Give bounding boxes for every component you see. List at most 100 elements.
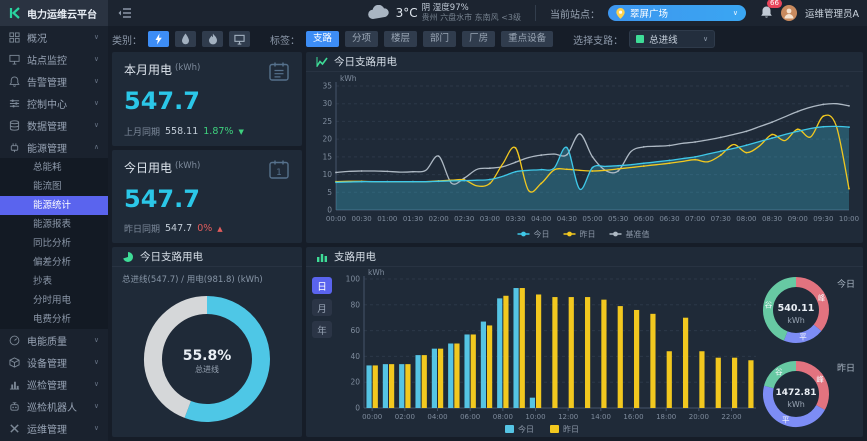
submenu-item-energy-statistics[interactable]: 能源统计 (0, 196, 108, 215)
sidebar-item-label: 数据管理 (27, 118, 67, 133)
filter-bar: 类别： 标签： 支路 分项 楼层 部门 厂房 重点设备 选择支路： (112, 29, 863, 49)
arrow-down-icon: ▼ (238, 128, 243, 136)
chevron-down-icon: ∨ (94, 99, 99, 107)
today-usage-value: 547.7 (124, 185, 290, 213)
panel-title: 今日支路用电 (334, 54, 397, 69)
tag-department[interactable]: 部门 (423, 31, 456, 47)
submenu-item-energy-flow[interactable]: 能流图 (0, 177, 108, 196)
submenu-item-energy-report[interactable]: 能源报表 (0, 215, 108, 234)
mode-month-button[interactable]: 月 (312, 299, 332, 316)
chevron-down-icon: ∨ (94, 55, 99, 63)
dashboard-screen: 电力运维云平台 3°C 阴 湿度97% 贵州 六盘水市 东南风 <3级 当前站点… (0, 0, 867, 441)
lightning-icon (154, 33, 163, 45)
sidebar-item-label: 能源管理 (27, 140, 67, 155)
notifications-button[interactable]: 66 (760, 4, 773, 23)
sidebar-item-alarm[interactable]: 告警管理 ∨ (0, 70, 108, 92)
sidebar-item-control-center[interactable]: 控制中心 ∨ (0, 92, 108, 114)
today-branch-donut-panel: 今日支路用电 总进线(547.7) / 用电(981.8) (kWh) 55.8… (112, 247, 302, 437)
svg-text:1: 1 (276, 168, 282, 178)
svg-text:06:00: 06:00 (634, 215, 654, 223)
sidebar-item-label: 巡检机器人 (27, 399, 77, 414)
sidebar-item-device-management[interactable]: 设备管理∨ (0, 351, 108, 373)
energy-submenu: 总能耗 能流图 能源统计 能源报表 同比分析 偏差分析 抄表 分时用电 电费分析 (0, 158, 108, 329)
submenu-item-deviation-analysis[interactable]: 偏差分析 (0, 253, 108, 272)
svg-text:06:00: 06:00 (460, 413, 480, 421)
svg-text:04:30: 04:30 (557, 215, 577, 223)
sidebar-item-energy-management[interactable]: 能源管理∧ (0, 136, 108, 158)
svg-text:15: 15 (322, 152, 332, 161)
svg-text:00:00: 00:00 (326, 215, 346, 223)
mode-day-button[interactable]: 日 (312, 277, 332, 294)
chevron-down-icon: ∨ (94, 77, 99, 85)
svg-text:08:00: 08:00 (493, 413, 513, 421)
robot-icon (9, 401, 20, 412)
mode-year-button[interactable]: 年 (312, 321, 332, 338)
today-branch-line-chart: 05101520253035kWh00:0000:3001:0001:3002:… (306, 72, 859, 242)
today-usage-card: 今日用电 (kWh) 1 547.7 昨日同期 547.7 0% ▲ (112, 150, 302, 243)
sidebar-item-power-quality[interactable]: 电能质量∨ (0, 329, 108, 351)
submenu-item-yoy-analysis[interactable]: 同比分析 (0, 234, 108, 253)
svg-text:平: 平 (782, 416, 790, 425)
control-icon (9, 98, 20, 109)
sidebar-item-label: 告警管理 (27, 74, 67, 89)
svg-text:10:00: 10:00 (839, 215, 859, 223)
sidebar-item-site-monitor[interactable]: 站点监控∨ (0, 48, 108, 70)
tag-floor[interactable]: 楼层 (384, 31, 417, 47)
map-pin-icon (616, 8, 625, 19)
svg-text:kWh: kWh (787, 316, 805, 325)
svg-text:04:00: 04:00 (427, 413, 447, 421)
station-select[interactable]: 翠屏广场 ∨ (608, 5, 746, 21)
weather-widget: 3°C 阴 湿度97% 贵州 六盘水市 东南风 <3级 (366, 4, 521, 23)
tag-branch[interactable]: 支路 (306, 31, 339, 47)
svg-text:30: 30 (322, 99, 332, 108)
ring-label: 昨日 (837, 361, 855, 374)
sidebar-item-label: 设备管理 (27, 355, 67, 370)
sidebar-item-ops-management[interactable]: 运维管理∨ (0, 417, 108, 439)
card-unit: (kWh) (175, 161, 200, 171)
weather-text: 阴 湿度97% 贵州 六盘水市 东南风 <3级 (422, 4, 521, 23)
dashboard-icon (9, 32, 20, 43)
submenu-item-tariff-analysis[interactable]: 电费分析 (0, 310, 108, 329)
svg-text:09:30: 09:30 (813, 215, 833, 223)
app-logo: 电力运维云平台 (0, 0, 108, 26)
display-icon (234, 34, 245, 45)
panel-title: 支路用电 (334, 249, 376, 264)
branch-color-swatch (636, 35, 644, 43)
category-gas-button[interactable] (202, 31, 223, 47)
delta-percent: 1.87% (203, 126, 233, 137)
today-tou-donut: 峰平谷540.11kWh (757, 271, 835, 349)
svg-text:01:30: 01:30 (403, 215, 423, 223)
category-electricity-button[interactable] (148, 31, 169, 47)
top-header: 电力运维云平台 3°C 阴 湿度97% 贵州 六盘水市 东南风 <3级 当前站点… (0, 0, 867, 26)
svg-text:10:00: 10:00 (525, 413, 545, 421)
tou-rings: 峰平谷540.11kWh 今日 峰平谷1472.81kWh 昨日 (755, 267, 859, 436)
sidebar-item-overview[interactable]: 概况∨ (0, 26, 108, 48)
category-display-button[interactable] (229, 31, 250, 47)
sidebar-item-inspection-robot[interactable]: 巡检机器人∨ (0, 395, 108, 417)
category-water-button[interactable] (175, 31, 196, 47)
sidebar-item-data-management[interactable]: 数据管理∨ (0, 114, 108, 136)
chevron-down-icon: ∨ (94, 336, 99, 344)
svg-text:0: 0 (355, 404, 360, 413)
svg-text:100: 100 (346, 275, 361, 284)
sidebar-item-inspection-management[interactable]: 巡检管理∨ (0, 373, 108, 395)
avatar[interactable] (781, 5, 797, 21)
temperature: 3°C (396, 6, 418, 20)
submenu-item-meter-reading[interactable]: 抄表 (0, 272, 108, 291)
tag-factory[interactable]: 厂房 (462, 31, 495, 47)
collapse-menu-icon (118, 7, 132, 19)
calendar-icon (268, 61, 290, 82)
submenu-item-total-energy[interactable]: 总能耗 (0, 158, 108, 177)
svg-text:20: 20 (322, 135, 332, 144)
sidebar-collapse-button[interactable] (118, 7, 132, 19)
svg-text:峰: 峰 (816, 374, 824, 384)
branch-select[interactable]: 总进线 ∨ (629, 30, 715, 48)
sidebar-item-label: 控制中心 (27, 96, 67, 111)
svg-text:40: 40 (350, 352, 360, 361)
submenu-item-tou-electricity[interactable]: 分时用电 (0, 291, 108, 310)
panel-title: 今日支路用电 (140, 249, 203, 264)
tag-subitem[interactable]: 分项 (345, 31, 378, 47)
compare-label: 昨日同期 (124, 222, 160, 235)
tag-key-equipment[interactable]: 重点设备 (501, 31, 553, 47)
svg-text:谷: 谷 (765, 300, 773, 309)
